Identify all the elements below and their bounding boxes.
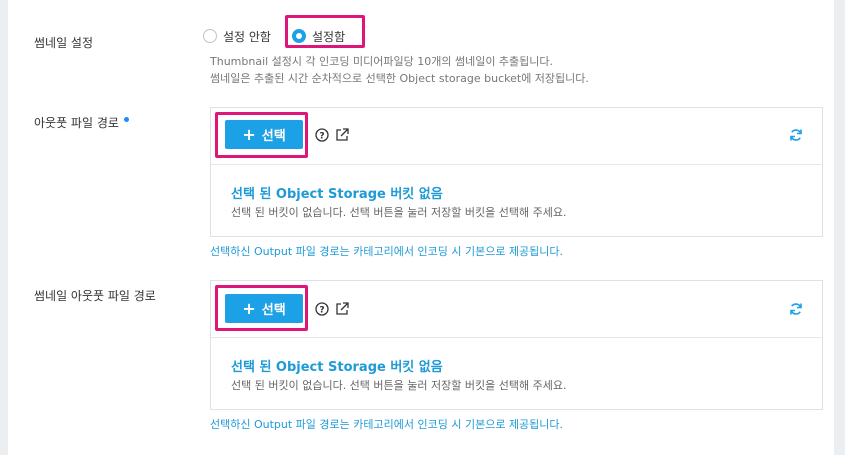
output-path-note: 선택하신 Output 파일 경로는 카테고리에서 인코딩 시 기본으로 제공됩… — [210, 245, 564, 258]
output-empty-title: 선택 된 Object Storage 버킷 없음 — [231, 187, 443, 202]
radio-thumbnail-off[interactable]: 설정 안함 — [203, 26, 271, 46]
refresh-icon[interactable] — [789, 302, 803, 316]
highlight-box-thumbnail-select — [215, 285, 308, 331]
thumbnail-help-line2: 썸네일은 추출된 시간 순차적으로 선택한 Object storage buc… — [210, 72, 589, 85]
refresh-icon[interactable] — [789, 128, 803, 142]
svg-text:?: ? — [319, 132, 324, 142]
external-link-icon[interactable] — [335, 128, 349, 142]
thumbnail-help-line1: Thumbnail 설정시 각 인코딩 미디어파일당 10개의 썸네일이 추출됩… — [210, 55, 554, 68]
thumbnail-output-path-note: 선택하신 Output 파일 경로는 카테고리에서 인코딩 시 기본으로 제공됩… — [210, 418, 564, 431]
external-link-icon[interactable] — [335, 302, 349, 316]
thumbnail-setting-label: 썸네일 설정 — [34, 36, 94, 50]
help-icon[interactable]: ? — [315, 302, 329, 316]
thumbnail-empty-desc: 선택 된 버킷이 없습니다. 선택 버튼을 눌러 저장할 버킷을 선택해 주세요… — [231, 379, 567, 392]
highlight-box-output-select — [215, 112, 308, 158]
output-path-label: 아웃풋 파일 경로 — [34, 114, 129, 131]
svg-text:?: ? — [319, 306, 324, 316]
output-path-label-text: 아웃풋 파일 경로 — [34, 116, 119, 130]
radio-off-label: 설정 안함 — [223, 29, 271, 44]
thumbnail-empty-title: 선택 된 Object Storage 버킷 없음 — [231, 360, 443, 375]
box-divider — [211, 164, 822, 165]
box-divider — [211, 337, 822, 338]
thumbnail-output-path-label: 썸네일 아웃풋 파일 경로 — [34, 289, 156, 303]
radio-off-circle[interactable] — [203, 29, 217, 43]
highlight-box-radio — [285, 15, 365, 48]
output-empty-desc: 선택 된 버킷이 없습니다. 선택 버튼을 눌러 저장할 버킷을 선택해 주세요… — [231, 206, 567, 219]
required-dot — [123, 117, 129, 122]
help-icon[interactable]: ? — [315, 128, 329, 142]
settings-panel: 썸네일 설정 설정 안함 설정함 Thumbnail 설정시 각 인코딩 미디어… — [8, 0, 834, 455]
